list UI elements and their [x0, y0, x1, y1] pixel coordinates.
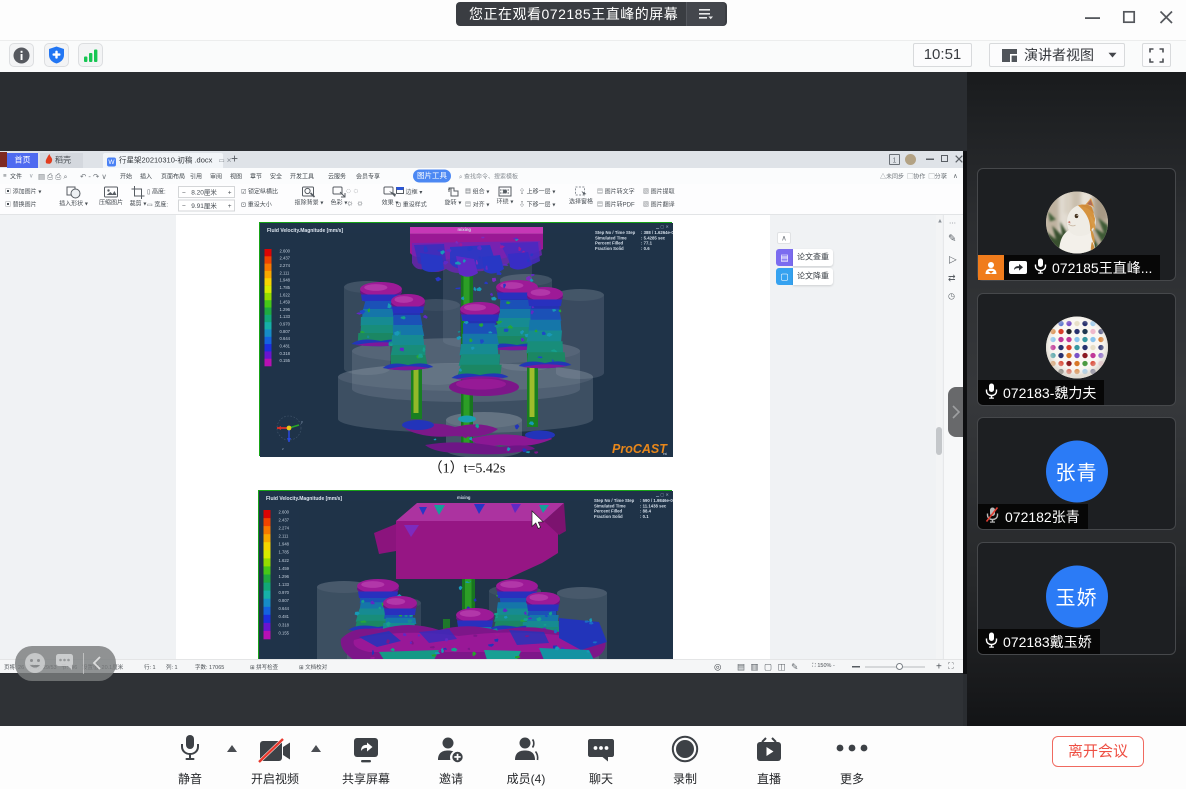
svg-text:1.948: 1.948 — [280, 278, 291, 283]
svg-text:: 0.1: : 0.1 — [640, 514, 649, 519]
svg-text:Simulated Time: Simulated Time — [595, 235, 627, 240]
svg-text:1.296: 1.296 — [279, 574, 290, 579]
svg-text:0.807: 0.807 — [279, 598, 290, 603]
svg-text:Simulated Time: Simulated Time — [594, 503, 626, 508]
svg-text:esi: esi — [663, 452, 667, 456]
svg-text:1.459: 1.459 — [279, 566, 290, 571]
svg-text:2.274: 2.274 — [280, 263, 291, 268]
svg-text:2.111: 2.111 — [279, 534, 290, 539]
svg-text:1.785: 1.785 — [280, 285, 291, 290]
svg-text:Fluid Velocity.Magnitude [mm/s: Fluid Velocity.Magnitude [mm/s] — [267, 228, 343, 234]
svg-text:0.481: 0.481 — [280, 344, 291, 349]
svg-text:0.481: 0.481 — [279, 614, 290, 619]
svg-text:ProCAST: ProCAST — [612, 442, 668, 456]
svg-text:0.318: 0.318 — [279, 622, 290, 627]
svg-text:: 88.4: : 88.4 — [640, 509, 652, 514]
svg-text:1.133: 1.133 — [279, 582, 290, 587]
svg-text:2.600: 2.600 — [279, 509, 290, 514]
svg-text:: 0.6: : 0.6 — [641, 246, 650, 251]
svg-text:1.296: 1.296 — [280, 307, 291, 312]
svg-text:0.155: 0.155 — [280, 358, 291, 363]
svg-text:0.970: 0.970 — [279, 590, 290, 595]
svg-text:1.133: 1.133 — [280, 314, 291, 319]
svg-text:z: z — [282, 447, 284, 451]
svg-text:0.155: 0.155 — [279, 630, 290, 635]
svg-text:0.970: 0.970 — [280, 322, 291, 327]
svg-text:2.111: 2.111 — [280, 270, 291, 275]
svg-text:2.437: 2.437 — [280, 256, 291, 261]
svg-text:2.274: 2.274 — [279, 526, 290, 531]
svg-text:: 388 / 1.6264e-002: : 388 / 1.6264e-002 — [641, 230, 673, 235]
svg-text:Percent Filled: Percent Filled — [595, 241, 624, 246]
svg-text:1.948: 1.948 — [279, 542, 290, 547]
svg-text:mixing: mixing — [458, 227, 472, 232]
svg-text:1.622: 1.622 — [280, 292, 291, 297]
svg-text:1.785: 1.785 — [279, 550, 290, 555]
svg-text:: 5.4285 sec: : 5.4285 sec — [641, 235, 666, 240]
svg-text:2.437: 2.437 — [279, 518, 290, 523]
svg-text:Fraction Solid: Fraction Solid — [595, 246, 624, 251]
svg-text:1.622: 1.622 — [279, 558, 290, 563]
svg-text:Step No / Time Step: Step No / Time Step — [594, 498, 635, 503]
svg-text:▁ ▢ ✕: ▁ ▢ ✕ — [655, 492, 669, 497]
svg-text:Fraction Solid: Fraction Solid — [594, 514, 623, 519]
svg-text:y: y — [301, 420, 303, 424]
svg-text:Percent Filled: Percent Filled — [594, 509, 623, 514]
svg-text:2.600: 2.600 — [280, 248, 291, 253]
svg-text:0.318: 0.318 — [280, 351, 291, 356]
svg-text:Step No / Time Step: Step No / Time Step — [595, 230, 636, 235]
svg-text:Fluid Velocity.Magnitude [mm/s: Fluid Velocity.Magnitude [mm/s] — [266, 496, 342, 502]
svg-text:: 77.1: : 77.1 — [641, 241, 653, 246]
svg-text:1.459: 1.459 — [280, 300, 291, 305]
svg-text:▁ ▢ ✕: ▁ ▢ ✕ — [655, 224, 669, 229]
svg-text:mixing: mixing — [457, 495, 471, 500]
svg-text:0.644: 0.644 — [280, 336, 291, 341]
svg-text:: 11.1438 sec: : 11.1438 sec — [640, 503, 667, 508]
svg-text:0.644: 0.644 — [279, 606, 290, 611]
svg-text:0.807: 0.807 — [280, 329, 291, 334]
svg-text:: 590 / 1.9846e-002: : 590 / 1.9846e-002 — [640, 498, 673, 503]
